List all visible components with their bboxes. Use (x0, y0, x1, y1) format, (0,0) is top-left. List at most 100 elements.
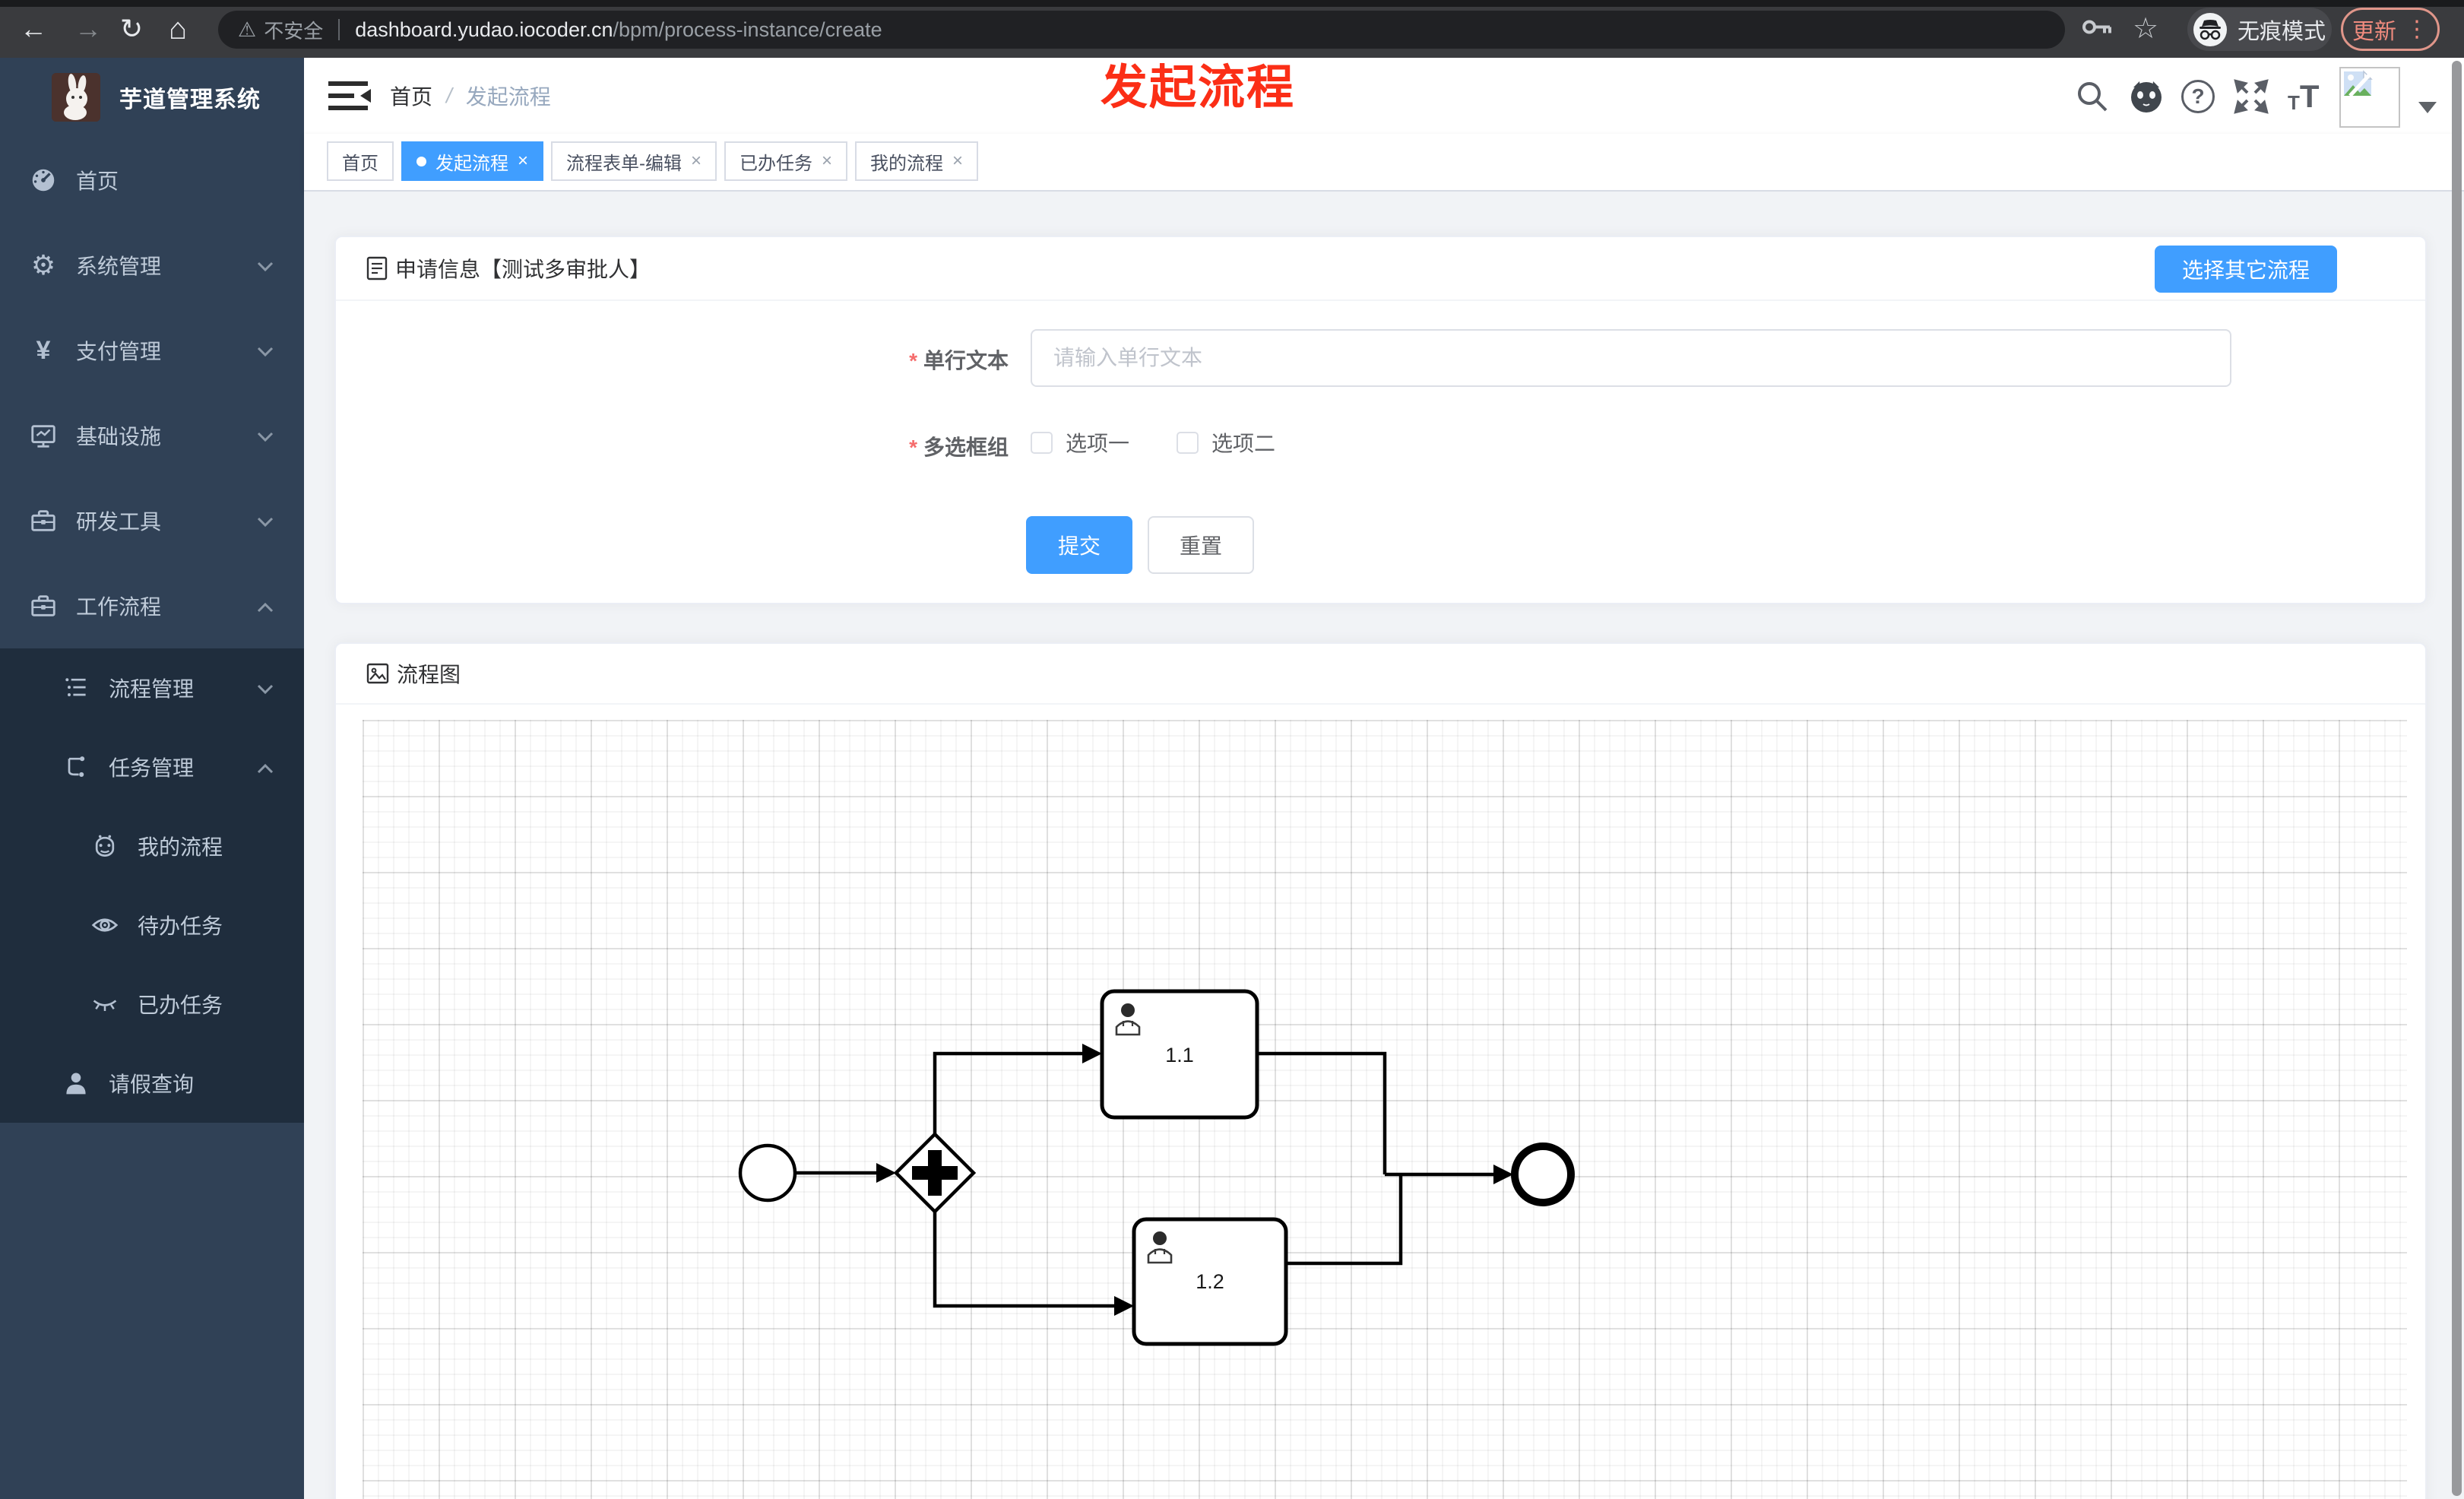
broken-image-icon (2344, 70, 2373, 97)
browser-menu-kebab-icon[interactable]: ⋮ (2405, 17, 2428, 41)
sidebar-item-workflow[interactable]: 工作流程 (0, 563, 304, 648)
eye-open-icon (90, 910, 120, 940)
close-icon[interactable]: × (952, 151, 963, 172)
sidebar-item-label: 工作流程 (76, 595, 162, 619)
sidebar-item-label: 首页 (76, 170, 119, 193)
hamburger-fold-icon (328, 81, 371, 110)
sidebar-item-process-management[interactable]: 流程管理 (0, 648, 304, 727)
select-other-process-button[interactable]: 选择其它流程 (2154, 246, 2337, 293)
sidebar-item-label: 任务管理 (109, 756, 195, 780)
breadcrumb-separator: / (446, 84, 452, 107)
tab-label: 已办任务 (740, 153, 813, 174)
sidebar-item-home[interactable]: 首页 (0, 138, 304, 223)
browser-forward-button[interactable]: → (74, 15, 102, 43)
dashboard-icon (28, 165, 59, 195)
breadcrumb-current: 发起流程 (465, 85, 551, 109)
chevron-up-icon (257, 594, 274, 618)
fullscreen-icon (2234, 79, 2269, 114)
sidebar-item-dev-tools[interactable]: 研发工具 (0, 478, 304, 563)
required-asterisk: * (909, 436, 917, 459)
bpmn-end-event[interactable] (1511, 1142, 1575, 1206)
image-icon (366, 663, 389, 684)
sidebar-item-leave-query[interactable]: 请假查询 (0, 1044, 304, 1123)
chevron-down-icon (257, 338, 274, 363)
chevron-down-icon (257, 509, 274, 533)
application-card-title: 申请信息【测试多审批人】 (395, 258, 651, 281)
browser-back-button[interactable]: ← (20, 15, 47, 43)
bpmn-canvas[interactable]: 1.1 1.2 (363, 720, 2407, 1499)
font-size-button[interactable]: TT (2288, 78, 2320, 115)
app-logo (52, 73, 100, 122)
page-scrollbar[interactable] (2452, 61, 2462, 1496)
help-button[interactable]: ? (2181, 80, 2215, 113)
close-icon[interactable]: × (691, 151, 702, 172)
sidebar: 芋道管理系统 首页 ⚙ 系统管理 ¥ 支付管理 基础设施 研发工具 工作流程 流… (0, 58, 304, 1499)
tab-label: 流程表单-编辑 (566, 153, 683, 174)
sidebar-item-system[interactable]: ⚙ 系统管理 (0, 223, 304, 308)
key-icon (2082, 20, 2111, 34)
checkbox-option-2[interactable] (1177, 431, 1199, 454)
process-diagram-card: 流程图 1.1 1.2 (334, 642, 2427, 1499)
single-line-text-input[interactable] (1031, 329, 2231, 387)
field-label-single-line-text: * 单行文本 (909, 349, 1009, 372)
tab-process-form-edit[interactable]: 流程表单-编辑 × (551, 141, 717, 181)
sidebar-item-task-management[interactable]: 任务管理 (0, 727, 304, 807)
app-logo-row[interactable]: 芋道管理系统 (0, 72, 304, 122)
diagram-card-header: 流程图 (336, 644, 2425, 705)
browser-home-button[interactable]: ⌂ (169, 14, 187, 44)
task-label: 1.2 (1196, 1270, 1224, 1293)
main-content: 申请信息【测试多审批人】 选择其它流程 *单行文本 *多选框组 选项一 选项二 … (304, 192, 2464, 1499)
reset-button[interactable]: 重置 (1148, 516, 1254, 574)
tab-my-processes[interactable]: 我的流程 × (855, 141, 979, 181)
checkbox-option-1[interactable] (1031, 431, 1053, 454)
sidebar-item-my-processes[interactable]: 我的流程 (0, 807, 304, 886)
submit-button[interactable]: 提交 (1026, 516, 1132, 574)
sidebar-item-payment[interactable]: ¥ 支付管理 (0, 308, 304, 393)
yen-icon: ¥ (36, 335, 51, 365)
password-key-icon[interactable] (2081, 11, 2113, 47)
breadcrumb-home[interactable]: 首页 (390, 81, 432, 111)
bookmark-star-icon[interactable]: ☆ (2133, 14, 2158, 43)
checkbox-label-2[interactable]: 选项二 (1211, 427, 1275, 458)
browser-update-button[interactable]: 更新 ⋮ (2341, 8, 2440, 51)
gateway-plus-icon (928, 1150, 942, 1196)
sidebar-item-label: 请假查询 (109, 1073, 195, 1096)
tab-done-tasks[interactable]: 已办任务 × (724, 141, 848, 181)
sidebar-item-todo-tasks[interactable]: 待办任务 (0, 886, 304, 965)
header-search-button[interactable] (2075, 79, 2110, 114)
workflow-submenu: 流程管理 任务管理 我的流程 待办任务 已办任务 请假查询 (0, 648, 304, 1123)
active-tab-dot (416, 156, 426, 166)
org-tree-icon (61, 752, 91, 782)
document-icon (366, 256, 388, 280)
page-title-annotation: 发起流程 (1101, 62, 1296, 114)
chevron-up-icon (257, 755, 274, 779)
font-size-big-glyph: T (2299, 78, 2320, 114)
avatar[interactable] (2339, 67, 2400, 128)
tab-create-process[interactable]: 发起流程 × (401, 141, 544, 181)
sidebar-item-infrastructure[interactable]: 基础设施 (0, 393, 304, 478)
checkbox-label-1[interactable]: 选项一 (1066, 427, 1129, 458)
avatar-caret-icon[interactable] (2418, 102, 2437, 113)
fullscreen-button[interactable] (2233, 78, 2269, 115)
not-secure-label[interactable]: 不安全 (264, 16, 323, 44)
checkbox-group: 选项一 选项二 (1031, 426, 1275, 459)
tab-label: 我的流程 (870, 153, 944, 174)
breadcrumb: 首页 / 发起流程 (390, 58, 551, 134)
address-bar[interactable]: ⚠ 不安全 dashboard.yudao.iocoder.cn/bpm/pro… (218, 11, 2065, 49)
close-icon[interactable]: × (822, 151, 832, 172)
tab-label: 首页 (342, 153, 378, 174)
briefcase-icon (28, 591, 59, 621)
sidebar-item-label: 我的流程 (138, 835, 223, 859)
close-icon[interactable]: × (518, 151, 528, 172)
sidebar-item-label: 基础设施 (76, 425, 162, 448)
arrowhead (1493, 1165, 1513, 1184)
bpmn-start-event[interactable] (738, 1143, 797, 1203)
github-link[interactable] (2128, 78, 2165, 115)
sidebar-collapse-button[interactable] (328, 77, 371, 115)
app-title: 芋道管理系统 (119, 87, 261, 113)
browser-reload-button[interactable]: ↻ (120, 15, 143, 43)
sidebar-item-done-tasks[interactable]: 已办任务 (0, 965, 304, 1044)
arrowhead (876, 1163, 896, 1183)
tab-home[interactable]: 首页 (327, 141, 394, 181)
chevron-down-icon (257, 423, 274, 448)
